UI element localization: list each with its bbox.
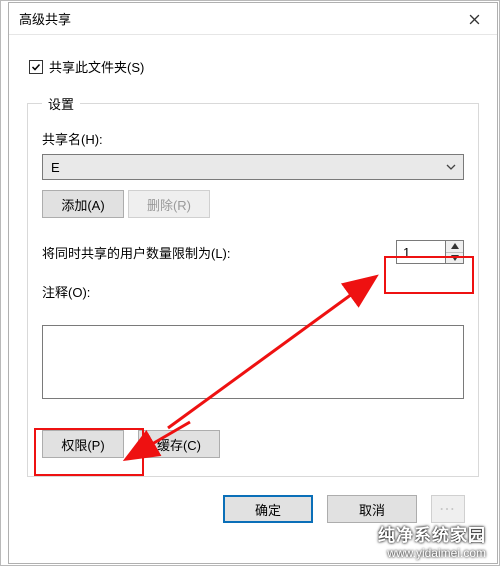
share-folder-checkbox[interactable]: 共享此文件夹(S) xyxy=(29,57,481,76)
share-name-value: E xyxy=(51,160,60,175)
user-limit-value[interactable]: 1 xyxy=(397,241,445,263)
close-button[interactable] xyxy=(451,3,497,35)
window-title: 高级共享 xyxy=(19,9,71,28)
ok-button[interactable]: 确定 xyxy=(223,495,313,523)
cancel-button[interactable]: 取消 xyxy=(327,495,417,523)
titlebar: 高级共享 xyxy=(9,3,497,35)
apply-button-partial: ⋯ xyxy=(431,495,465,523)
chevron-down-icon xyxy=(445,161,457,173)
add-button[interactable]: 添加(A) xyxy=(42,190,124,218)
dialog-content: 共享此文件夹(S) 设置 共享名(H): E 添加(A) 删除(R) 将同时共享… xyxy=(9,35,497,533)
permissions-button[interactable]: 权限(P) xyxy=(42,430,124,458)
remove-button: 删除(R) xyxy=(128,190,210,218)
share-name-label: 共享名(H): xyxy=(42,129,464,148)
advanced-sharing-dialog: 高级共享 共享此文件夹(S) 设置 共享名(H): E 添加(A) 删除(R) xyxy=(8,2,498,564)
comment-textarea[interactable] xyxy=(42,325,464,399)
checkbox-box xyxy=(29,60,43,74)
caret-down-icon xyxy=(451,255,459,261)
close-icon xyxy=(469,14,480,25)
comment-label: 注释(O): xyxy=(42,282,464,301)
settings-legend: 设置 xyxy=(42,94,80,113)
share-name-dropdown[interactable]: E xyxy=(42,154,464,180)
spinner-down-button[interactable] xyxy=(446,252,463,264)
settings-group: 设置 共享名(H): E 添加(A) 删除(R) 将同时共享的用户数量限制为(L… xyxy=(27,94,479,477)
caret-up-icon xyxy=(451,243,459,249)
user-limit-label: 将同时共享的用户数量限制为(L): xyxy=(42,243,231,262)
cache-button[interactable]: 缓存(C) xyxy=(138,430,220,458)
checkmark-icon xyxy=(31,62,41,72)
share-folder-label: 共享此文件夹(S) xyxy=(49,57,144,76)
user-limit-spinner[interactable]: 1 xyxy=(396,240,464,264)
spinner-up-button[interactable] xyxy=(446,241,463,252)
